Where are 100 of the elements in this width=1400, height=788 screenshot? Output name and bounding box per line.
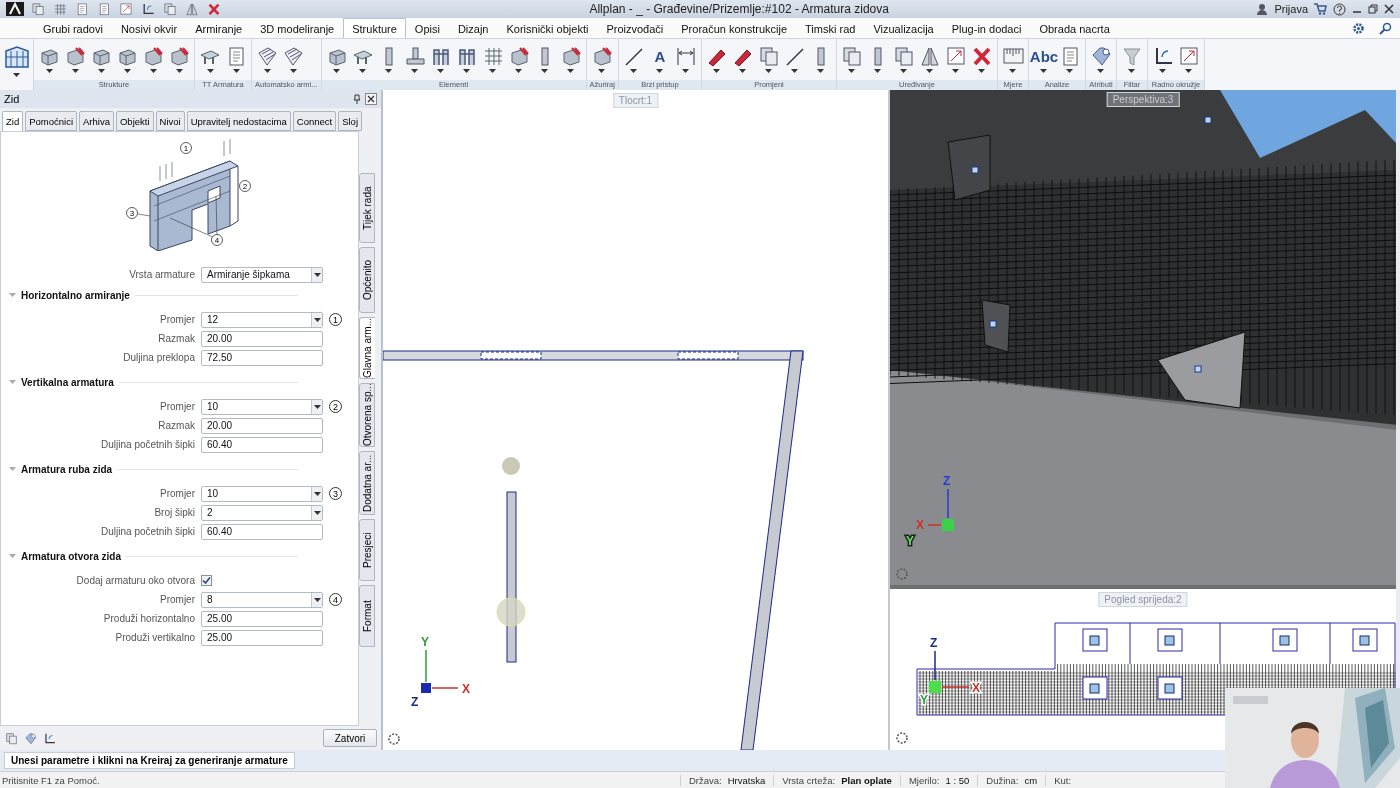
close-icon[interactable] bbox=[365, 93, 377, 105]
input-field[interactable]: 60.40 bbox=[201, 436, 323, 453]
ribbon-tab[interactable]: Nosivi okvir bbox=[111, 18, 187, 38]
caret-icon[interactable] bbox=[1009, 69, 1017, 73]
panel-tab[interactable]: Zid bbox=[2, 111, 24, 131]
tool-button[interactable] bbox=[3, 44, 30, 70]
panel-tab[interactable]: Nivoi bbox=[155, 111, 185, 131]
dropdown-field[interactable]: 8 bbox=[201, 591, 323, 608]
caret-icon[interactable] bbox=[411, 69, 419, 73]
dropdown-field[interactable]: 12 bbox=[201, 311, 323, 328]
caret-icon[interactable] bbox=[313, 510, 321, 515]
caret-icon[interactable] bbox=[817, 69, 825, 73]
side-tab[interactable]: Tijek rada bbox=[359, 173, 375, 243]
checkbox[interactable] bbox=[201, 575, 212, 586]
caret-icon[interactable] bbox=[263, 69, 271, 73]
side-tab[interactable]: Format bbox=[359, 585, 375, 647]
caret-icon[interactable] bbox=[1185, 69, 1193, 73]
side-tab[interactable]: Glavna arm... bbox=[359, 317, 375, 379]
caret-icon[interactable] bbox=[848, 69, 856, 73]
app-logo[interactable] bbox=[6, 2, 24, 16]
input-field[interactable]: 25.00 bbox=[201, 629, 323, 646]
ribbon-tab[interactable]: Plug-in dodaci bbox=[942, 18, 1031, 38]
caret-icon[interactable] bbox=[289, 69, 297, 73]
dropdown-field[interactable]: Armiranje šipkama bbox=[201, 266, 323, 283]
caret-icon[interactable] bbox=[313, 597, 321, 602]
caret-icon[interactable] bbox=[791, 69, 799, 73]
dropdown-field[interactable]: 10 bbox=[201, 398, 323, 415]
caret-icon[interactable] bbox=[1040, 69, 1048, 73]
caret-icon[interactable] bbox=[598, 69, 606, 73]
panel-tab[interactable]: Sloj bbox=[338, 111, 362, 131]
caret-icon[interactable] bbox=[567, 69, 575, 73]
caret-icon[interactable] bbox=[1159, 69, 1167, 73]
side-tab[interactable]: Otvorena sp... bbox=[359, 383, 375, 447]
caret-icon[interactable] bbox=[313, 404, 321, 409]
caret-icon[interactable] bbox=[175, 69, 183, 73]
settings-icon[interactable] bbox=[1352, 22, 1365, 35]
input-field[interactable]: 20.00 bbox=[201, 330, 323, 347]
sign-in-link[interactable]: Prijava bbox=[1274, 3, 1308, 15]
ribbon-tab[interactable]: Dizajn bbox=[448, 18, 498, 38]
caret-icon[interactable] bbox=[926, 69, 934, 73]
side-tab[interactable]: Dodatna ar... bbox=[359, 451, 375, 515]
caret-icon[interactable] bbox=[1097, 69, 1105, 73]
help-icon[interactable] bbox=[1333, 2, 1346, 16]
ribbon-tab[interactable]: Grubi radovi bbox=[34, 18, 112, 38]
input-field[interactable]: 60.40 bbox=[201, 523, 323, 540]
caret-icon[interactable] bbox=[45, 69, 53, 73]
caret-icon[interactable] bbox=[313, 272, 321, 277]
caret-icon[interactable] bbox=[1128, 69, 1136, 73]
caret-icon[interactable] bbox=[489, 69, 497, 73]
ribbon-tab[interactable]: Proizvođači bbox=[597, 18, 673, 38]
input-field[interactable]: 20.00 bbox=[201, 417, 323, 434]
caret-icon[interactable] bbox=[333, 69, 341, 73]
ribbon-tab[interactable]: Korisnički objekti bbox=[497, 18, 598, 38]
caret-icon[interactable] bbox=[232, 69, 240, 73]
caret-icon[interactable] bbox=[874, 69, 882, 73]
close-icon[interactable] bbox=[1384, 4, 1394, 14]
navigation-icon[interactable] bbox=[388, 733, 400, 745]
caret-icon[interactable] bbox=[900, 69, 908, 73]
pin-icon[interactable] bbox=[353, 94, 361, 104]
caret-icon[interactable] bbox=[123, 69, 131, 73]
caret-icon[interactable] bbox=[739, 69, 747, 73]
text-tool-button[interactable]: Abc bbox=[1029, 44, 1059, 68]
caret-icon[interactable] bbox=[978, 69, 986, 73]
dropdown-field[interactable]: 2 bbox=[201, 504, 323, 521]
panel-tab[interactable]: Objekti bbox=[115, 111, 154, 131]
panel-tab[interactable]: Upravitelj nedostacima bbox=[186, 111, 291, 131]
ribbon-tab[interactable]: 3D modeliranje bbox=[251, 18, 344, 38]
folder-button[interactable] bbox=[4, 730, 18, 746]
cart-icon[interactable] bbox=[1314, 3, 1327, 15]
caret-icon[interactable] bbox=[149, 69, 157, 73]
side-tab[interactable]: Općenito bbox=[359, 247, 375, 313]
caret-icon[interactable] bbox=[1066, 69, 1074, 73]
caret-icon[interactable] bbox=[541, 69, 549, 73]
dropdown-field[interactable]: 10 bbox=[201, 485, 323, 502]
side-tab[interactable]: Presjeci bbox=[359, 519, 375, 581]
caret-icon[interactable] bbox=[437, 69, 445, 73]
search-icon[interactable] bbox=[1379, 22, 1392, 35]
panel-tab[interactable]: Pomoćnici bbox=[25, 111, 78, 131]
ribbon-tab[interactable]: Armiranje bbox=[186, 18, 252, 38]
caret-icon[interactable] bbox=[765, 69, 773, 73]
caret-icon[interactable] bbox=[630, 69, 638, 73]
input-field[interactable]: 25.00 bbox=[201, 610, 323, 627]
caret-icon[interactable] bbox=[515, 69, 523, 73]
caret-icon[interactable] bbox=[463, 69, 471, 73]
caret-icon[interactable] bbox=[385, 69, 393, 73]
ribbon-tab[interactable]: Obrada nacrta bbox=[1030, 18, 1119, 38]
caret-icon[interactable] bbox=[71, 69, 79, 73]
text-tool-button[interactable]: A bbox=[654, 44, 666, 68]
panel-tab[interactable]: Arhiva bbox=[79, 111, 114, 131]
caret-icon[interactable] bbox=[313, 317, 321, 322]
caret-icon[interactable] bbox=[359, 69, 367, 73]
close-button[interactable]: Zatvori bbox=[323, 729, 377, 747]
panel-tab[interactable]: Connect bbox=[292, 111, 337, 131]
ribbon-tab[interactable]: Vizualizacija bbox=[864, 18, 943, 38]
quick-access-button[interactable] bbox=[206, 1, 222, 17]
ribbon-tab[interactable]: Strukture bbox=[343, 18, 406, 38]
input-field[interactable]: 72.50 bbox=[201, 349, 323, 366]
navigation-icon[interactable] bbox=[896, 732, 908, 744]
ribbon-tab[interactable]: Timski rad bbox=[796, 18, 865, 38]
caret-icon[interactable] bbox=[206, 69, 214, 73]
